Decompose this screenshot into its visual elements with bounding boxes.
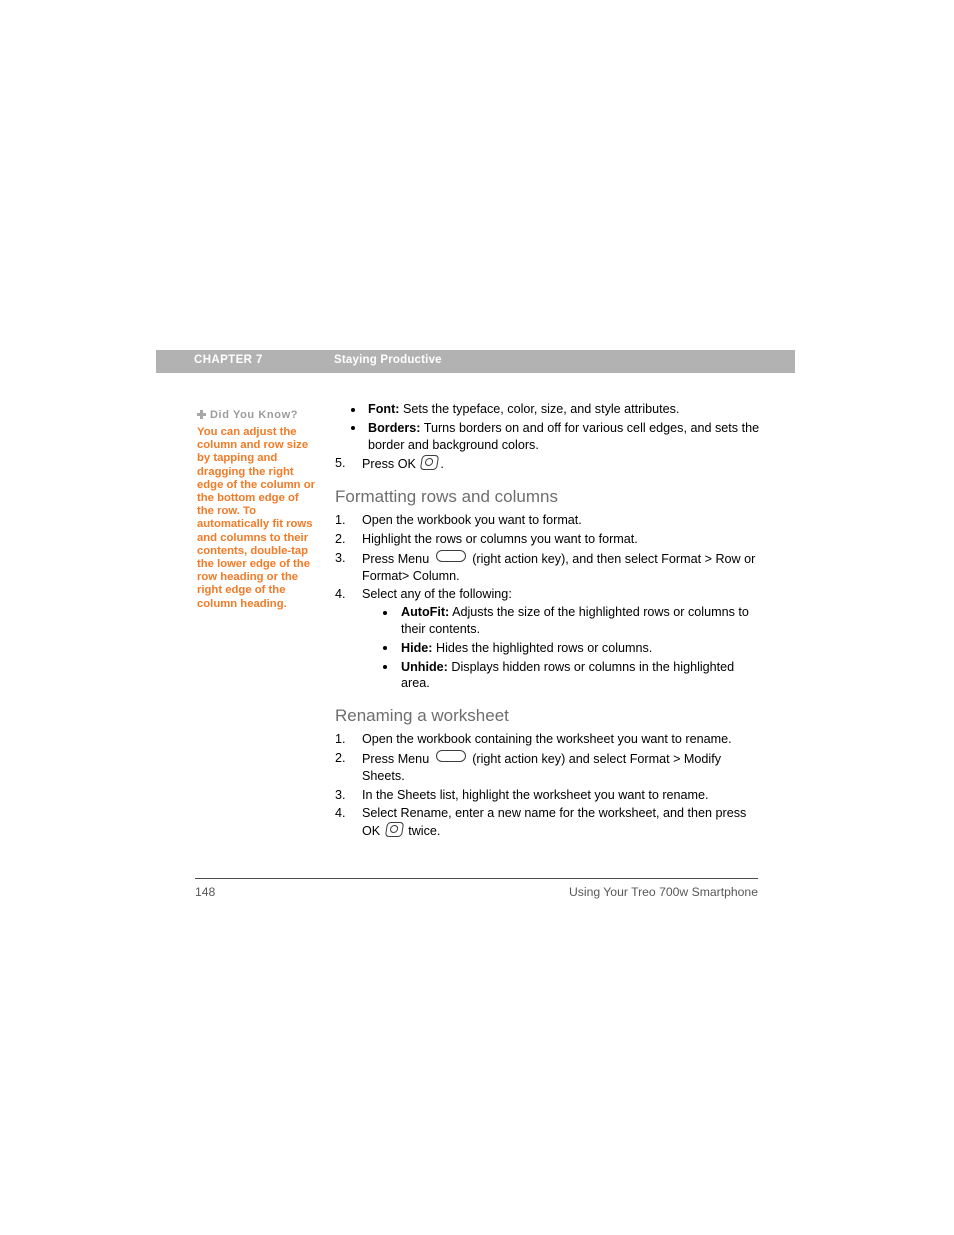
list-item: 3. Press Menu (right action key), and the…: [335, 549, 760, 585]
ok-key-icon: [420, 455, 440, 471]
bullet-text: Adjusts the size of the highlighted rows…: [401, 605, 749, 636]
step-text-tail: .: [440, 457, 444, 472]
bullet-dot: [383, 665, 387, 670]
bullet-text: Turns borders on and off for various cel…: [368, 420, 760, 452]
running-header-bar: CHAPTER 7 Staying Productive: [156, 350, 795, 373]
list-item: 2. Highlight the rows or columns you want…: [335, 531, 760, 548]
list-item: Borders: Turns borders on and off for va…: [335, 420, 760, 454]
list-item: 1. Open the workbook containing the works…: [335, 731, 760, 748]
step-number: 1.: [335, 732, 346, 747]
step-text: Open the workbook you want to format.: [362, 513, 582, 528]
bullet-dot: [351, 426, 355, 431]
section-heading-renaming-a-worksheet: Renaming a worksheet: [335, 706, 509, 726]
step-list-renaming: 1. Open the workbook containing the works…: [335, 731, 760, 840]
chapter-title: Staying Productive: [334, 354, 442, 366]
step-text-tail: twice.: [404, 824, 441, 839]
step-number: 3.: [335, 787, 346, 802]
list-item: AutoFit: Adjusts the size of the highlig…: [362, 604, 760, 638]
did-you-know-sidebar: Did You Know? You can adjust the column …: [197, 408, 317, 611]
bullet-term: Borders:: [368, 420, 421, 435]
bullet-dot: [351, 407, 355, 412]
list-item: 4. Select Rename, enter a new name for th…: [335, 805, 760, 840]
step-text: Open the workbook containing the workshe…: [362, 732, 732, 747]
did-you-know-heading: Did You Know?: [197, 408, 317, 422]
bullet-term: Hide:: [401, 640, 433, 655]
step-list-formatting: 1. Open the workbook you want to format. …: [335, 512, 760, 692]
step-text: Press OK: [362, 457, 420, 472]
bullet-term: Font:: [368, 402, 400, 416]
bullet-dot: [383, 610, 387, 615]
step-number: 2.: [335, 531, 346, 546]
step-number: 2.: [335, 750, 346, 765]
step-number: 3.: [335, 550, 346, 565]
list-item: 4. Select any of the following: AutoFit: …: [335, 586, 760, 692]
sub-bullet-list: AutoFit: Adjusts the size of the highlig…: [362, 604, 760, 692]
continued-step-list: 5. Press OK .: [335, 455, 760, 473]
step-number: 4.: [335, 806, 346, 821]
step-number: 4.: [335, 587, 346, 602]
footer-divider: [195, 878, 758, 879]
did-you-know-heading-label: Did You Know?: [210, 409, 299, 421]
step-text: Highlight the rows or columns you want t…: [362, 531, 638, 546]
bullet-dot: [383, 646, 387, 651]
step-text: Press Menu: [362, 751, 433, 766]
bullet-term: Unhide:: [401, 659, 448, 674]
list-item: Font: Sets the typeface, color, size, an…: [335, 401, 760, 418]
bullet-term: AutoFit:: [401, 605, 450, 620]
plus-icon: [197, 410, 206, 419]
bullet-text: Sets the typeface, color, size, and styl…: [399, 402, 680, 416]
step-number: 1.: [335, 513, 346, 528]
step-text: In the Sheets list, highlight the worksh…: [362, 787, 709, 802]
step-number: 5.: [335, 456, 346, 471]
chapter-label: CHAPTER 7: [194, 354, 263, 366]
list-item: 2. Press Menu (right action key) and sele…: [335, 749, 760, 785]
list-item: 3. In the Sheets list, highlight the work…: [335, 787, 760, 804]
main-content: Font: Sets the typeface, color, size, an…: [335, 400, 760, 842]
menu-key-icon: [435, 549, 466, 562]
list-item: 5. Press OK .: [335, 455, 760, 473]
list-item: Unhide: Displays hidden rows or columns …: [362, 659, 760, 693]
list-item: 1. Open the workbook you want to format.: [335, 512, 760, 529]
list-item: Hide: Hides the highlighted rows or colu…: [362, 640, 760, 657]
bullet-text: Hides the highlighted rows or columns.: [432, 640, 653, 655]
did-you-know-body: You can adjust the column and row size b…: [197, 426, 315, 610]
book-title: Using Your Treo 700w Smartphone: [568, 885, 758, 899]
continued-bullet-list: Font: Sets the typeface, color, size, an…: [335, 401, 760, 453]
bullet-text: Displays hidden rows or columns in the h…: [401, 659, 735, 691]
ok-key-icon: [384, 822, 404, 838]
step-text: Press Menu: [362, 551, 433, 566]
section-heading-formatting-rows-and-columns: Formatting rows and columns: [335, 487, 558, 507]
menu-key-icon: [435, 749, 466, 762]
step-text: Select any of the following:: [362, 587, 512, 602]
